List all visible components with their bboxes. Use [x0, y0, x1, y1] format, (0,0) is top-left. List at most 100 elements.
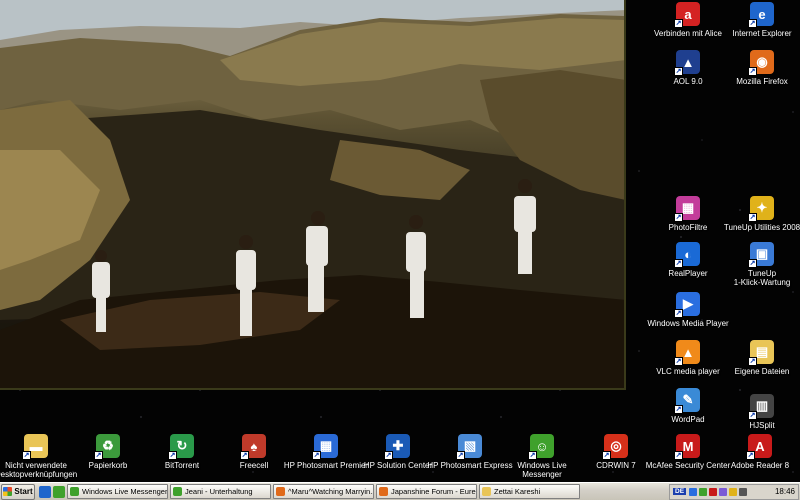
mcafee-tray-icon[interactable] — [709, 487, 718, 496]
photofiltre-icon: ▦ ↗ — [674, 196, 700, 222]
desktop-wallpaper — [0, 0, 626, 390]
shortcut-arrow-icon: ↗ — [674, 357, 683, 366]
desktop-shortcut-label: VLC media player — [656, 367, 720, 376]
tuneup-utilities-icon: ✦ ↗ — [748, 196, 774, 222]
shortcut-arrow-icon: ↗ — [748, 67, 757, 76]
language-indicator[interactable]: DE — [673, 488, 687, 495]
icon-glyph: ▲ — [681, 54, 695, 70]
taskbar-button[interactable]: Japanshine Forum - Eure ... — [376, 484, 477, 499]
shortcut-arrow-icon: ↗ — [674, 259, 683, 268]
shortcut-arrow-icon: ↗ — [674, 405, 683, 414]
desktop-shortcut[interactable]: e ↗ Internet Explorer — [718, 2, 800, 38]
desktop-shortcut-label: CDRWIN 7 — [596, 461, 636, 470]
shortcut-arrow-icon: ↗ — [674, 309, 683, 318]
shortcut-arrow-icon: ↗ — [748, 411, 757, 420]
desktop-shortcut-label: Windows Live — [517, 461, 567, 470]
desktop-shortcut-label: Desktopverknüpfungen — [0, 470, 78, 479]
system-tray: DE 18:46 — [669, 483, 799, 500]
start-button[interactable]: Start — [1, 483, 35, 500]
messenger-tray-icon[interactable] — [699, 487, 708, 496]
taskbar-button-icon — [276, 487, 285, 496]
tray-icon[interactable] — [719, 487, 728, 496]
clock[interactable]: 18:46 — [775, 487, 795, 496]
icon-glyph: ✎ — [682, 392, 694, 407]
icon-glyph: ▦ — [681, 200, 695, 215]
recycle-bin-icon: ♻ ↗ — [94, 434, 120, 460]
icon-glyph: ▥ — [755, 398, 769, 413]
shortcut-arrow-icon: ↗ — [240, 451, 249, 460]
mcafee-icon: M ↗ — [674, 434, 700, 460]
icon-glyph: ▶ — [683, 296, 693, 311]
desktop-shortcut[interactable]: ◉ ↗ Mozilla Firefox — [718, 50, 800, 86]
desktop-shortcut-label: Verbinden mit Alice — [653, 29, 723, 38]
icon-glyph: ♻ — [102, 438, 114, 453]
taskbar-button-label: Zettai Kareshi — [494, 487, 541, 496]
internet-explorer-icon: e ↗ — [748, 2, 774, 28]
shortcut-arrow-icon: ↗ — [312, 451, 321, 460]
taskbar-button-label: ^Maru^Watching Marryin... — [288, 487, 374, 496]
shortcut-arrow-icon: ↗ — [674, 19, 683, 28]
desktop-shortcut[interactable]: ▶ ↗ Windows Media Player — [644, 292, 732, 328]
shortcut-arrow-icon: ↗ — [748, 213, 757, 222]
desktop-shortcut-label: Windows Media Player — [647, 319, 729, 328]
icon-glyph: A — [755, 438, 765, 454]
shortcut-arrow-icon: ↗ — [168, 451, 177, 460]
shortcut-arrow-icon: ↗ — [674, 213, 683, 222]
shortcut-arrow-icon: ↗ — [456, 451, 465, 460]
quick-launch-messenger-icon[interactable] — [53, 485, 65, 498]
tray-icon[interactable] — [729, 487, 738, 496]
icon-glyph: ▧ — [463, 438, 477, 453]
aol-icon: ▲ ↗ — [674, 50, 700, 76]
start-label: Start — [14, 487, 33, 496]
quick-launch — [37, 485, 65, 498]
alice-icon: a ↗ — [674, 2, 700, 28]
hp-photosmart-express-icon: ▧ ↗ — [456, 434, 482, 460]
volume-icon[interactable] — [739, 487, 748, 496]
icon-glyph: ◐ — [684, 246, 692, 262]
desktop-shortcut-label: Adobe Reader 8 — [730, 461, 790, 470]
icon-glyph: ↻ — [176, 438, 188, 453]
desktop-shortcut[interactable]: ▥ ↗ HJSplit — [718, 394, 800, 430]
desktop-shortcut-label: AOL 9.0 — [673, 77, 703, 86]
hp-photosmart-premier-icon: ▦ ↗ — [312, 434, 338, 460]
desktop-shortcut[interactable]: ✦ ↗ TuneUp Utilities 2008 — [718, 196, 800, 232]
icon-glyph: ◎ — [610, 438, 622, 453]
desktop-shortcut-label: RealPlayer — [668, 269, 708, 278]
shortcut-arrow-icon: ↗ — [674, 451, 683, 460]
taskbar: Start Windows Live Messenger Jeani - Unte… — [0, 482, 800, 500]
taskbar-button-icon — [173, 487, 182, 496]
desktop-shortcut-label: Nicht verwendete — [5, 461, 67, 470]
network-tray-icon[interactable] — [689, 487, 698, 496]
shortcut-arrow-icon: ↗ — [384, 451, 393, 460]
quick-launch-ie-icon[interactable] — [39, 485, 51, 498]
desktop-shortcut[interactable]: ▤ ↗ Eigene Dateien — [718, 340, 800, 376]
taskbar-button[interactable]: Zettai Kareshi — [479, 484, 580, 499]
desktop-shortcut-label: PhotoFiltre — [668, 223, 708, 232]
desktop-shortcut-label: 1-Klick-Wartung — [733, 278, 791, 287]
wordpad-icon: ✎ ↗ — [674, 388, 700, 414]
cdrwin-icon: ◎ ↗ — [602, 434, 628, 460]
taskbar-button[interactable]: Jeani - Unterhaltung — [170, 484, 271, 499]
desktop-shortcut[interactable]: A ↗ Adobe Reader 8 — [716, 434, 800, 470]
my-documents-icon: ▤ ↗ — [748, 340, 774, 366]
shortcut-arrow-icon: ↗ — [528, 451, 537, 460]
taskbar-button-icon — [70, 487, 79, 496]
icon-glyph: ▬ — [29, 438, 43, 454]
desktop-shortcut-label: Freecell — [239, 461, 269, 470]
shortcut-arrow-icon: ↗ — [674, 67, 683, 76]
icon-glyph: e — [758, 6, 766, 22]
freecell-icon: ♠ ↗ — [240, 434, 266, 460]
taskbar-button-icon — [379, 487, 388, 496]
tuneup-1click-icon: ▣ ↗ — [748, 242, 774, 268]
taskbar-button[interactable]: ^Maru^Watching Marryin... — [273, 484, 374, 499]
desktop-shortcut-label: HJSplit — [749, 421, 775, 430]
vlc-icon: ▲ ↗ — [674, 340, 700, 366]
desktop-shortcut-label: Mozilla Firefox — [736, 77, 788, 86]
hp-solution-center-icon: ✚ ↗ — [384, 434, 410, 460]
shortcut-arrow-icon: ↗ — [22, 451, 31, 460]
shortcut-arrow-icon: ↗ — [748, 19, 757, 28]
shortcut-arrow-icon: ↗ — [748, 259, 757, 268]
icon-glyph: ▦ — [319, 438, 333, 453]
desktop-shortcut[interactable]: ▣ ↗ TuneUp 1-Klick-Wartung — [718, 242, 800, 287]
taskbar-button[interactable]: Windows Live Messenger — [67, 484, 168, 499]
